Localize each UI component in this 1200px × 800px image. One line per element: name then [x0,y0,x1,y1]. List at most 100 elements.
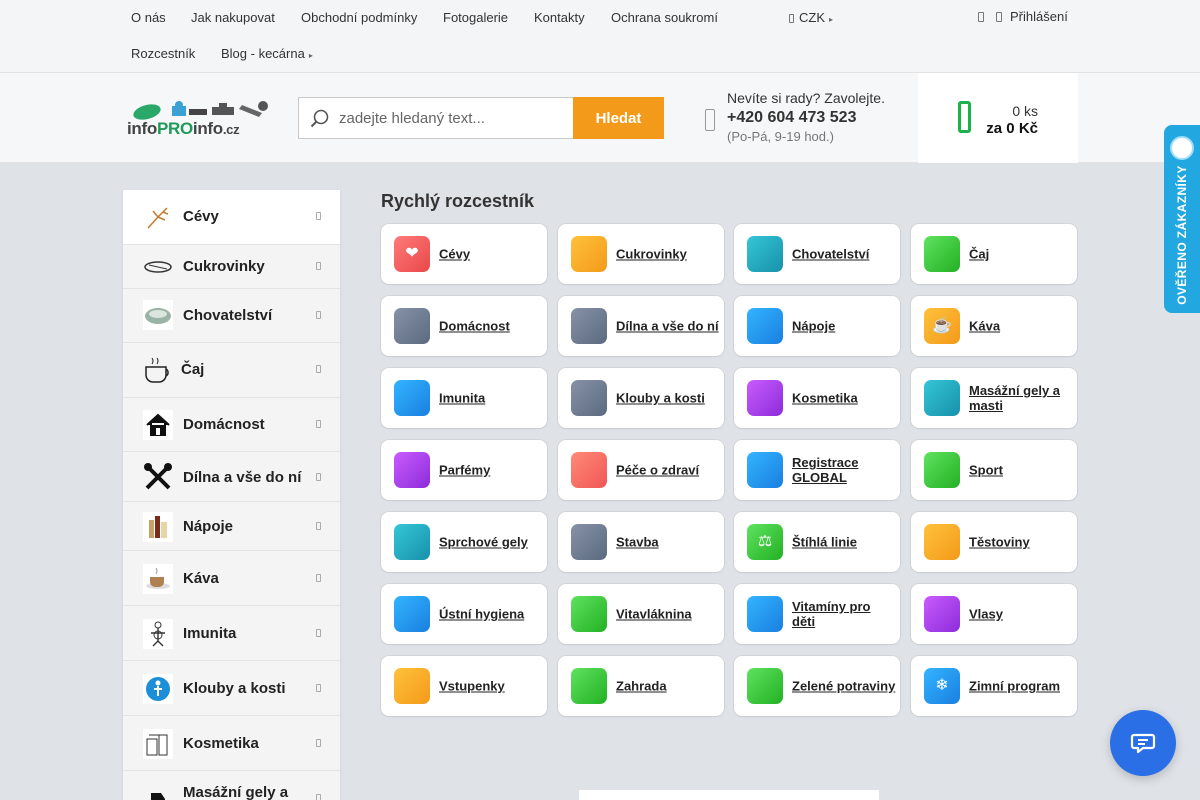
quick-nav-tile-label: Čaj [969,246,990,262]
chevron-right-icon [316,629,321,637]
chat-button[interactable] [1110,710,1176,776]
tooth-icon [394,596,430,632]
chevron-right-icon [316,420,321,428]
search-button[interactable]: Hledat [573,97,664,139]
sidebar-item-caj[interactable]: Čaj [123,343,340,398]
top-bar: O nás Jak nakupovat Obchodní podmínky Fo… [0,0,1200,73]
quick-nav-tile[interactable]: Vlasy [911,584,1077,644]
quick-nav-tile[interactable]: Parfémy [381,440,547,500]
nav-link-obchodni-podminky[interactable]: Obchodní podmínky [301,10,417,25]
immunity-icon [143,619,173,649]
nav-link-fotogalerie[interactable]: Fotogalerie [443,10,508,25]
quick-nav-tile[interactable]: ☕ Káva [911,296,1077,356]
quick-nav-tile[interactable]: Stavba [558,512,724,572]
currency-selector[interactable]: CZK ▸ [789,10,833,25]
cosmetics-icon [143,729,173,759]
quick-nav-tile[interactable]: Péče o zdraví [558,440,724,500]
quick-nav-tile[interactable]: Nápoje [734,296,900,356]
cart-button[interactable]: 0 ks za 0 Kč [918,73,1078,163]
quick-nav-tile[interactable]: Sprchové gely [381,512,547,572]
sidebar-item-masazni-gely[interactable]: Masážní gely a [123,771,340,800]
verified-seal-icon [1170,136,1194,160]
nav-link-jak-nakupovat[interactable]: Jak nakupovat [191,10,275,25]
sidebar-item-cukrovinky[interactable]: Cukrovinky [123,245,340,289]
quick-nav-tile[interactable]: ❄ Zimní program [911,656,1077,716]
quick-nav-tile-label: Stavba [616,534,659,550]
nav-link-o-nas[interactable]: O nás [131,10,166,25]
quick-nav-tile[interactable]: Cukrovinky [558,224,724,284]
sidebar-item-label: Dílna a vše do ní [183,469,302,486]
quick-nav-tile[interactable]: Těstoviny [911,512,1077,572]
quick-nav-tile[interactable]: Sport [911,440,1077,500]
bone-icon [571,380,607,416]
quick-nav-tile[interactable]: Chovatelství [734,224,900,284]
nav-link-rozcestnik[interactable]: Rozcestník [131,46,195,61]
quick-nav-tile[interactable]: Zahrada [558,656,724,716]
sidebar-item-kosmetika[interactable]: Kosmetika [123,716,340,771]
quick-nav-tile-label: Vitamíny pro děti [792,599,871,629]
quick-nav-tile[interactable]: Imunita [381,368,547,428]
quick-nav-tile[interactable]: ⚖ Štíhlá linie [734,512,900,572]
perfume-icon [394,452,430,488]
chevron-right-icon [316,684,321,692]
sidebar-item-label: Masážní gely a [183,784,289,800]
quick-nav-tile[interactable]: Ústní hygiena [381,584,547,644]
quick-nav-tile[interactable]: Dílna a vše do ní [558,296,724,356]
verified-badge[interactable]: OVĚŘENO ZÁKAZNÍKY [1164,125,1200,313]
chevron-down-icon: ▸ [308,51,313,60]
quick-nav-tile[interactable]: Vitamíny pro děti [734,584,900,644]
search-input[interactable] [339,98,569,138]
quick-nav-tile-label: Imunita [439,390,486,406]
quick-nav-tile[interactable]: Domácnost [381,296,547,356]
currency-label: CZK [799,10,825,25]
lipstick-icon [747,380,783,416]
verified-badge-label: OVĚŘENO ZÁKAZNÍKY [1175,165,1189,305]
quick-nav-tile[interactable]: Zelené potraviny [734,656,900,716]
massage-gel-icon [151,793,165,800]
shower-icon [394,524,430,560]
quick-nav-tile-label: Parfémy [439,462,491,478]
sidebar-item-klouby[interactable]: Klouby a kosti [123,661,340,716]
sidebar-item-kava[interactable]: Káva [123,551,340,606]
quick-nav-tile[interactable]: Vitavláknina [558,584,724,644]
quick-nav-tile[interactable]: Klouby a kosti [558,368,724,428]
help-question: Nevíte si rady? Zavolejte. [727,90,885,106]
tea-cup-icon [145,357,169,383]
shield-icon [394,380,430,416]
quick-nav-tile[interactable]: Registrace GLOBAL [734,440,900,500]
sidebar-item-imunita[interactable]: Imunita [123,606,340,661]
chevron-right-icon [316,574,321,582]
quick-nav-tile-label: Těstoviny [969,534,1030,550]
ticket-icon [394,668,430,704]
quick-nav-tile[interactable]: Čaj [911,224,1077,284]
site-logo[interactable]: infoPROinfo.cz [127,101,282,138]
sidebar-item-domacnost[interactable]: Domácnost [123,398,340,452]
bottle-icon [747,308,783,344]
sidebar-item-chovatelstvi[interactable]: Chovatelství [123,289,340,343]
help-phone[interactable]: +420 604 473 523 [727,109,885,127]
quick-nav-tile[interactable]: Kosmetika [734,368,900,428]
sidebar-item-label: Domácnost [183,416,265,433]
candy-icon [571,236,607,272]
tools-icon [144,463,172,490]
sidebar-item-dilna[interactable]: Dílna a vše do ní [123,452,340,502]
heart-icon: ❤ [394,236,430,272]
quick-nav-tile-label: Klouby a kosti [616,390,705,406]
child-icon [747,596,783,632]
search-icon [310,109,329,128]
pasta-icon [924,524,960,560]
quick-nav-tile[interactable]: ❤ Cévy [381,224,547,284]
quick-nav-tile[interactable]: Masážní gely a masti [911,368,1077,428]
globe-icon [747,452,783,488]
sidebar-item-label: Cévy [183,208,219,225]
sidebar-item-cevy[interactable]: Cévy [123,190,340,245]
sidebar-item-napoje[interactable]: Nápoje [123,502,340,551]
sidebar-item-label: Cukrovinky [183,258,265,275]
nav-link-kontakty[interactable]: Kontakty [534,10,585,25]
nav-link-blog[interactable]: Blog - kecárna ▸ [221,46,313,61]
quick-nav-tile-label: Cévy [439,246,471,262]
quick-nav-tile-label: Káva [969,318,1001,334]
nav-link-ochrana-soukromi[interactable]: Ochrana soukromí [611,10,718,25]
quick-nav-tile[interactable]: Vstupenky [381,656,547,716]
login-link[interactable]: Přihlášení [978,9,1068,24]
